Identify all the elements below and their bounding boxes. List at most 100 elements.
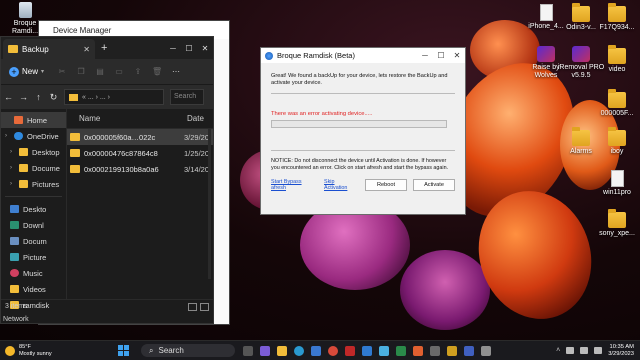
nav-item-pictures[interactable]: Picture <box>1 249 66 265</box>
desktop-icon-video[interactable]: video <box>592 45 640 74</box>
file-row[interactable]: 0x00000476c87864c8 1/25/20 <box>67 145 213 161</box>
file-explorer-window[interactable]: Backup ✕ + ─ ☐ ✕ + New ▾ ✂ ❐ ▤ ▭ ⇪ 🗑 ⋯ ←… <box>0 36 214 324</box>
folder-icon <box>608 45 626 64</box>
chevron-icon[interactable]: › <box>10 165 15 171</box>
forward-arrow-icon[interactable]: → <box>19 92 28 102</box>
intro-message: Great! We found a backUp for your device… <box>271 73 448 86</box>
nav-item-documents[interactable]: Docum <box>1 233 66 249</box>
nav-item-onedrive[interactable]: › OneDrive <box>1 128 66 144</box>
app-icon[interactable] <box>481 345 491 356</box>
file-icon <box>539 4 553 21</box>
explorer-tab-bar: Backup ✕ + ─ ☐ ✕ <box>1 37 213 59</box>
app-icon <box>572 46 590 62</box>
address-bar[interactable]: « ... › ... › <box>64 89 164 105</box>
paste-icon[interactable]: ▤ <box>95 67 105 76</box>
desktop-icon-f17q[interactable]: F17Q934... <box>592 3 640 32</box>
nav-item-desktop[interactable]: Deskto <box>1 201 66 217</box>
taskbar-search[interactable]: ⌕ Search <box>141 344 235 357</box>
app-icon[interactable] <box>464 345 474 356</box>
close-tab-icon[interactable]: ✕ <box>83 45 90 54</box>
rename-icon[interactable]: ▭ <box>114 67 124 76</box>
new-tab-button[interactable]: + <box>101 42 107 54</box>
app-icon[interactable] <box>413 345 423 356</box>
column-header-date[interactable]: Date <box>187 114 204 123</box>
error-message: There was an error activating device....… <box>271 111 373 117</box>
app-icon[interactable] <box>379 345 389 356</box>
up-arrow-icon[interactable]: ↑ <box>34 92 43 102</box>
app-icon <box>537 46 555 62</box>
reboot-button[interactable]: Reboot <box>365 179 408 191</box>
desktop-icon-win11pro[interactable]: win11pro <box>592 170 640 197</box>
app-icon[interactable] <box>362 345 372 356</box>
broque-ramdisk-window[interactable]: Broque Ramdisk (Beta) ─ ☐ ✕ Great! We fo… <box>260 47 466 215</box>
app-logo-icon <box>265 51 273 60</box>
wifi-icon[interactable] <box>566 347 575 354</box>
maximize-button[interactable]: ☐ <box>181 44 197 53</box>
chevron-icon[interactable]: › <box>10 181 15 187</box>
edge-icon[interactable] <box>294 345 304 356</box>
volume-icon[interactable] <box>580 347 589 354</box>
nav-item-home[interactable]: Home <box>1 112 66 128</box>
search-input[interactable]: Search <box>170 89 204 105</box>
file-row[interactable]: 0x0002199130b8a0a6 3/14/20 <box>67 161 213 177</box>
file-row[interactable]: 0x000005f60a…022c 3/29/20 <box>67 129 213 145</box>
start-bypass-afresh-link[interactable]: Start Bypass afresh <box>271 179 318 191</box>
app-icon[interactable] <box>447 345 457 356</box>
chevron-down-icon: ▾ <box>41 69 45 75</box>
desktop-icon-000005f[interactable]: 000005F... <box>592 89 640 118</box>
close-button[interactable]: ✕ <box>449 51 465 60</box>
teams-icon[interactable] <box>260 345 270 356</box>
vertical-scrollbar[interactable] <box>208 129 211 279</box>
minimize-button[interactable]: ─ <box>165 44 181 53</box>
desktop-icon-iboy[interactable]: iboy <box>592 127 640 156</box>
broque-titlebar[interactable]: Broque Ramdisk (Beta) ─ ☐ ✕ <box>261 48 465 63</box>
nav-item-network[interactable]: Network <box>3 316 29 323</box>
tab-backup[interactable]: Backup ✕ <box>3 39 95 59</box>
chevron-icon[interactable]: › <box>10 149 15 155</box>
details-view-button[interactable] <box>188 302 197 311</box>
folder-icon <box>70 133 80 141</box>
folder-icon <box>19 164 28 172</box>
nav-item-pictures-od[interactable]: › Pictures <box>1 176 66 192</box>
taskbar-apps <box>243 345 491 356</box>
system-tray: ˄ 10:35 AM 3/29/2023 <box>556 344 640 358</box>
windows-start-icon[interactable] <box>118 345 129 356</box>
clock-date: 3/29/2023 <box>608 350 634 357</box>
weather-widget[interactable]: 85°F Mostly sunny <box>0 344 110 357</box>
battery-icon[interactable] <box>594 347 603 354</box>
file-explorer-icon[interactable] <box>277 345 287 356</box>
chevron-icon[interactable]: › <box>5 133 10 139</box>
chevron-up-icon[interactable]: ˄ <box>556 347 560 354</box>
sun-icon <box>5 345 15 356</box>
nav-item-music[interactable]: Music <box>1 265 66 281</box>
refresh-icon[interactable]: ↻ <box>49 92 58 103</box>
delete-icon[interactable]: 🗑 <box>152 67 162 76</box>
clock[interactable]: 10:35 AM 3/29/2023 <box>608 344 634 358</box>
nav-item-documents-od[interactable]: › Docume <box>1 160 66 176</box>
chrome-icon[interactable] <box>328 345 338 356</box>
app-icon[interactable] <box>345 345 355 356</box>
tiles-view-button[interactable] <box>200 302 209 311</box>
folder-icon <box>572 127 590 146</box>
new-button[interactable]: + New ▾ <box>5 65 48 79</box>
column-header-name[interactable]: Name <box>77 114 187 123</box>
minimize-button[interactable]: ─ <box>417 51 433 60</box>
app-icon[interactable] <box>430 345 440 356</box>
store-icon[interactable] <box>311 345 321 356</box>
cut-icon[interactable]: ✂ <box>57 67 67 76</box>
nav-item-downloads[interactable]: Downl <box>1 217 66 233</box>
maximize-button[interactable]: ☐ <box>433 51 449 60</box>
nav-item-videos[interactable]: Videos <box>1 281 66 297</box>
copy-icon[interactable]: ❐ <box>76 67 86 76</box>
more-icon[interactable]: ⋯ <box>171 67 181 76</box>
skip-activation-link[interactable]: Skip Activation <box>324 179 359 191</box>
nav-item-desktop-od[interactable]: › Desktop <box>1 144 66 160</box>
back-arrow-icon[interactable]: ← <box>4 92 13 102</box>
activate-button[interactable]: Activate <box>413 179 455 191</box>
task-view-icon[interactable] <box>243 345 253 356</box>
desktop-icon-sony[interactable]: sony_xpe... <box>592 209 640 238</box>
close-button[interactable]: ✕ <box>197 44 213 53</box>
item-count: 3 items <box>5 303 28 310</box>
share-icon[interactable]: ⇪ <box>133 67 143 76</box>
app-icon[interactable] <box>396 345 406 356</box>
